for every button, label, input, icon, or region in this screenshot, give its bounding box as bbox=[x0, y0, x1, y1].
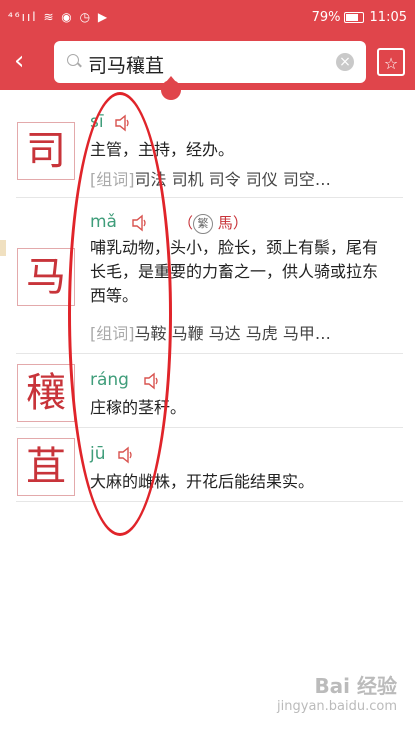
clock: 11:05 bbox=[369, 10, 407, 25]
divider bbox=[16, 501, 403, 502]
char-box: 苴 bbox=[17, 438, 75, 496]
search-icon bbox=[67, 54, 79, 66]
chevron-left-icon: ‹ bbox=[14, 46, 25, 76]
entry-si[interactable]: 司 sī 主管，主持，经办。 [组词]司法 司机 司令 司仪 司空… bbox=[0, 100, 403, 198]
entry-ju[interactable]: 苴 jū 大麻的雌株，开花后能结果实。 bbox=[0, 428, 403, 502]
char-box: 司 bbox=[17, 122, 75, 180]
char-box: 穰 bbox=[17, 364, 75, 422]
traditional-form: （繁 馬） bbox=[178, 213, 248, 234]
char-box: 马 bbox=[17, 248, 75, 306]
annotation-ellipse bbox=[68, 92, 172, 536]
status-icons: ⁴⁶ııl ≋ ◉ ◷ ▶ bbox=[8, 10, 110, 24]
word-group-list[interactable]: 司法 司机 司令 司仪 司空… bbox=[135, 170, 331, 189]
pointer-drop bbox=[161, 76, 181, 100]
watermark: Bai 经验 jingyan.baidu.com bbox=[277, 670, 397, 714]
search-box[interactable]: 司马穰苴 × bbox=[54, 41, 366, 83]
battery-percent: 79% bbox=[311, 10, 341, 25]
search-input[interactable]: 司马穰苴 bbox=[88, 51, 164, 78]
traditional-mark: 繁 bbox=[193, 213, 214, 234]
watermark-url: jingyan.baidu.com bbox=[277, 699, 397, 714]
status-bar: ⁴⁶ııl ≋ ◉ ◷ ▶ 79% 11:05 bbox=[0, 0, 415, 38]
battery-icon bbox=[343, 12, 364, 23]
clear-icon[interactable]: × bbox=[336, 53, 354, 71]
entry-ma[interactable]: 马 mǎ （繁 馬） 哺乳动物，头小，脸长，颈上有鬃，尾有长毛，是重要的力畜之一… bbox=[0, 198, 403, 354]
favorite-button[interactable]: ☆ bbox=[377, 48, 405, 76]
watermark-logo: Bai 经验 bbox=[314, 674, 397, 698]
entry-rang[interactable]: 穰 ráng 庄稼的茎秆。 bbox=[0, 354, 403, 428]
star-icon: ☆ bbox=[383, 54, 399, 73]
status-right: 79% 11:05 bbox=[312, 10, 407, 25]
back-button[interactable]: ‹ bbox=[14, 48, 40, 74]
traditional-char: 馬 bbox=[217, 214, 233, 232]
